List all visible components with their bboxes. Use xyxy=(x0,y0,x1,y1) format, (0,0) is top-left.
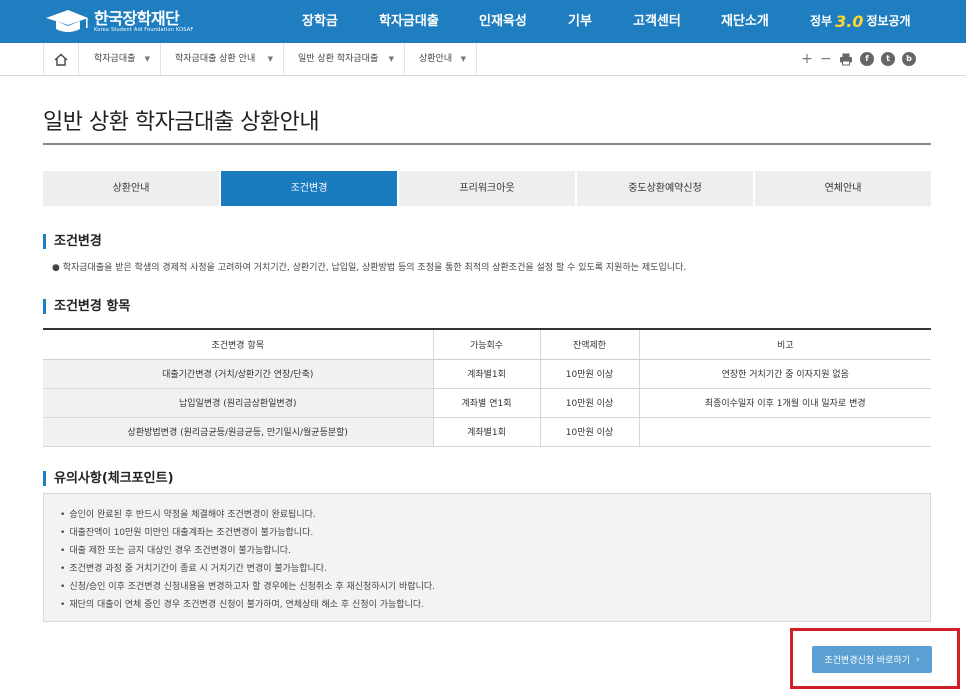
zoom-in-button[interactable]: + xyxy=(801,51,813,67)
button-label: 조건변경신청 바로하기 xyxy=(824,656,911,666)
graduation-cap-icon xyxy=(44,7,90,35)
table-cell: 상환방법변경 (원리금균등/원금균등, 만기일시/월균등분할) xyxy=(43,417,433,447)
apply-condition-change-button[interactable]: 조건변경신청 바로하기 › xyxy=(812,646,932,673)
section-description: ● 학자금대출을 받은 학생의 경제적 사정을 고려하여 거치기간, 상환기간,… xyxy=(52,263,687,273)
table-cell: 대출기간변경 (거치/상환기간 연장/단축) xyxy=(43,359,433,389)
logo-english-text: Korea Student Aid Foundation KOSAF xyxy=(94,26,194,33)
tab-pre-workout[interactable]: 프리워크아웃 xyxy=(399,171,577,206)
tab-overdue-info[interactable]: 연체안내 xyxy=(755,171,931,206)
table-cell: 연장한 거치기간 중 이자지원 없음 xyxy=(638,359,931,389)
page-tools: + − f t b xyxy=(801,51,916,67)
table-cell: 10만원 이상 xyxy=(539,359,639,389)
tab-condition-change[interactable]: 조건변경 xyxy=(221,171,399,206)
table-cell: 10만원 이상 xyxy=(539,417,639,447)
breadcrumb-repayment-guide[interactable]: 학자금대출 상환 안내 ▼ xyxy=(161,43,284,75)
section-heading-checkpoints: 유의사항(체크포인트) xyxy=(43,471,174,486)
print-icon[interactable] xyxy=(839,52,853,66)
list-item: 신청/승인 이후 조건변경 신청내용을 변경하고자 할 경우에는 신청취소 후 … xyxy=(60,578,930,596)
gov-3-0-logo: 3.0 xyxy=(835,12,864,31)
breadcrumb-label: 상환안내 xyxy=(419,54,453,64)
nav-customer-center[interactable]: 고객센터 xyxy=(633,0,681,43)
tab-early-repayment-reservation[interactable]: 중도상환예약신청 xyxy=(577,171,755,206)
section-heading-condition-items: 조건변경 항목 xyxy=(43,299,130,314)
list-item: 대출잔액이 10만원 미만인 대출계좌는 조건변경이 불가능합니다. xyxy=(60,524,930,542)
column-header: 가능회수 xyxy=(432,329,540,360)
table-cell: 10만원 이상 xyxy=(539,388,639,418)
twitter-icon[interactable]: t xyxy=(881,52,895,66)
column-header: 잔액제한 xyxy=(539,329,639,360)
home-icon xyxy=(54,53,68,66)
chevron-down-icon: ▼ xyxy=(144,55,150,63)
table-row: 대출기간변경 (거치/상환기간 연장/단축) 계좌별1회 10만원 이상 연장한… xyxy=(43,359,931,389)
breadcrumb-general-repayment-loan[interactable]: 일반 상환 학자금대출 ▼ xyxy=(284,43,405,75)
section-heading-condition-change: 조건변경 xyxy=(43,234,102,249)
home-button[interactable] xyxy=(43,43,79,75)
breadcrumb-label: 학자금대출 상환 안내 xyxy=(175,54,256,64)
list-item: 승인이 완료된 후 반드시 약정을 체결해야 조건변경이 완료됩니다. xyxy=(60,506,930,524)
breadcrumb-repayment-info[interactable]: 상환안내 ▼ xyxy=(405,43,477,75)
logo-korean-text: 한국장학재단 xyxy=(94,8,180,28)
nav-student-loan[interactable]: 학자금대출 xyxy=(379,0,439,43)
chevron-down-icon: ▼ xyxy=(460,55,466,63)
tab-repayment-info[interactable]: 상환안내 xyxy=(43,171,221,206)
chevron-right-icon: › xyxy=(916,654,920,665)
table-cell: 계좌별1회 xyxy=(432,417,540,447)
checkpoint-notes-box: 승인이 완료된 후 반드시 약정을 체결해야 조건변경이 완료됩니다. 대출잔액… xyxy=(43,493,931,622)
breadcrumb-label: 일반 상환 학자금대출 xyxy=(298,54,379,64)
table-row: 상환방법변경 (원리금균등/원금균등, 만기일시/월균등분할) 계좌별1회 10… xyxy=(43,417,931,447)
tab-bar: 상환안내 조건변경 프리워크아웃 중도상환예약신청 연체안내 xyxy=(43,171,931,206)
chevron-down-icon: ▼ xyxy=(388,55,394,63)
list-item: 조건변경 과정 중 거치기간이 종료 시 거치기간 변경이 불가능합니다. xyxy=(60,560,930,578)
title-divider xyxy=(43,143,931,145)
list-item: 재단의 대출이 연체 중인 경우 조건변경 신청이 불가하며, 연체상태 해소 … xyxy=(60,596,930,614)
condition-change-table: 조건변경 항목 가능회수 잔액제한 비고 대출기간변경 (거치/상환기간 연장/… xyxy=(43,328,931,447)
description-text: 학자금대출을 받은 학생의 경제적 사정을 고려하여 거치기간, 상환기간, 납… xyxy=(62,263,687,273)
nav-scholarship[interactable]: 장학금 xyxy=(302,0,338,43)
breadcrumb-student-loan[interactable]: 학자금대출 ▼ xyxy=(80,43,161,75)
nav-donation[interactable]: 기부 xyxy=(568,0,592,43)
breadcrumb-label: 학자금대출 xyxy=(94,54,136,64)
gov-suffix: 정보공개 xyxy=(866,14,911,28)
site-logo[interactable]: 한국장학재단 Korea Student Aid Foundation KOSA… xyxy=(44,6,193,36)
site-header: 한국장학재단 Korea Student Aid Foundation KOSA… xyxy=(0,0,966,43)
column-header: 조건변경 항목 xyxy=(43,329,433,360)
blog-icon[interactable]: b xyxy=(902,52,916,66)
nav-talent-development[interactable]: 인재육성 xyxy=(479,0,527,43)
table-cell: 계좌별1회 xyxy=(432,359,540,389)
table-cell xyxy=(638,417,931,447)
nav-about-foundation[interactable]: 재단소개 xyxy=(721,0,769,43)
zoom-out-button[interactable]: − xyxy=(820,51,832,67)
chevron-down-icon: ▼ xyxy=(267,55,273,63)
column-header: 비고 xyxy=(638,329,931,360)
page-title: 일반 상환 학자금대출 상환안내 xyxy=(43,110,320,135)
location-bar: 학자금대출 ▼ 학자금대출 상환 안내 ▼ 일반 상환 학자금대출 ▼ 상환안내… xyxy=(0,43,966,76)
facebook-icon[interactable]: f xyxy=(860,52,874,66)
table-row: 납입일변경 (원리금상환일변경) 계좌별 연1회 10만원 이상 최종이수일자 … xyxy=(43,388,931,418)
gov-info-disclosure-link[interactable]: 정부 3.0 정보공개 xyxy=(810,0,911,43)
gov-prefix: 정부 xyxy=(810,14,833,28)
list-item: 대출 제한 또는 금지 대상인 경우 조건변경이 불가능합니다. xyxy=(60,542,930,560)
table-cell: 납입일변경 (원리금상환일변경) xyxy=(43,388,433,418)
table-cell: 계좌별 연1회 xyxy=(432,388,540,418)
table-cell: 최종이수일자 이후 1개월 이내 일자로 변경 xyxy=(638,388,931,418)
table-header-row: 조건변경 항목 가능회수 잔액제한 비고 xyxy=(43,329,931,360)
